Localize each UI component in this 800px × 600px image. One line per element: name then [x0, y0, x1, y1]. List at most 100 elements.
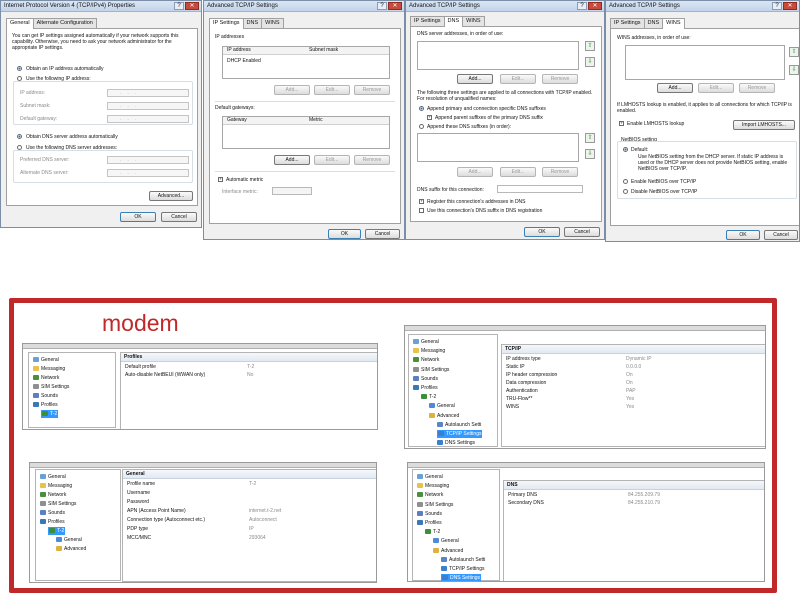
property-label[interactable]: Auto-disable NetBEUI (WWAN only) [125, 372, 205, 379]
tree-item[interactable]: Advanced [433, 547, 463, 555]
gateway-edit-button[interactable]: Edit... [314, 155, 350, 165]
property-label[interactable]: Authentication [506, 388, 538, 395]
property-label[interactable]: Primary DNS [508, 492, 537, 499]
gateway-remove-button[interactable]: Remove [354, 155, 390, 165]
tree-item[interactable]: T-2 [48, 527, 66, 535]
col-gateway[interactable]: Gateway [227, 117, 247, 124]
wins-edit-button[interactable]: Edit... [698, 83, 734, 93]
tree-item[interactable]: Sounds [40, 509, 65, 517]
default-gateway-input[interactable]: ... [107, 115, 189, 123]
tree-item[interactable]: General [33, 356, 59, 364]
help-icon[interactable]: ? [377, 2, 387, 10]
tree-item[interactable]: General [56, 536, 82, 544]
wins-remove-button[interactable]: Remove [739, 83, 775, 93]
netbios-default-radio[interactable] [623, 147, 628, 152]
help-icon[interactable]: ? [772, 2, 782, 10]
tree-item[interactable]: Profiles [40, 518, 65, 526]
preferred-dns-input[interactable]: ... [107, 156, 189, 164]
property-value[interactable]: T-2 [249, 481, 256, 488]
tree-item[interactable]: DNS Settings [441, 574, 482, 581]
property-label[interactable]: Username [127, 490, 150, 497]
property-value[interactable]: On [626, 380, 633, 387]
suffix-edit-button[interactable]: Edit... [500, 167, 536, 177]
tree-item[interactable]: Profiles [417, 519, 442, 527]
tab-ip-settings[interactable]: IP Settings [209, 18, 244, 29]
col-subnet-mask[interactable]: Subnet mask [309, 47, 338, 54]
tree-item[interactable]: General [433, 537, 459, 545]
tree-item[interactable]: Network [33, 374, 59, 382]
append-these-radio[interactable] [419, 124, 424, 129]
property-value[interactable]: 293064 [249, 535, 266, 542]
list-item[interactable]: DHCP Enabled [227, 58, 261, 64]
close-icon[interactable]: ✕ [388, 2, 402, 10]
help-icon[interactable]: ? [577, 2, 587, 10]
dns-edit-button[interactable]: Edit... [500, 74, 536, 84]
wins-add-button[interactable]: Add... [657, 83, 693, 93]
ip-address-input[interactable]: ... [107, 89, 189, 97]
subnet-mask-input[interactable]: ... [107, 102, 189, 110]
property-label[interactable]: IP header compression [506, 372, 557, 379]
property-label[interactable]: Default profile [125, 364, 156, 371]
gateway-list[interactable]: Gateway Metric [222, 116, 390, 149]
property-value[interactable]: 84.255.210.79 [628, 500, 660, 507]
property-value[interactable]: 0.0.0.0 [626, 364, 641, 371]
property-label[interactable]: TRU-Flow** [506, 396, 532, 403]
tab-ip-settings[interactable]: IP Settings [610, 18, 645, 28]
move-up-icon[interactable]: ⇧ [789, 47, 799, 57]
auto-ip-radio[interactable] [17, 66, 22, 71]
tab-wins[interactable]: WINS [662, 18, 685, 29]
move-down-icon[interactable]: ⇩ [585, 57, 595, 67]
property-value[interactable]: On [626, 372, 633, 379]
advanced-button[interactable]: Advanced... [149, 191, 193, 201]
move-up-icon[interactable]: ⇧ [585, 41, 595, 51]
ip-add-button[interactable]: Add... [274, 85, 310, 95]
automatic-metric-checkbox[interactable]: ✓ [218, 177, 223, 182]
property-value[interactable]: Yes [626, 396, 634, 403]
tree-item[interactable]: Network [413, 356, 439, 364]
interface-metric-input[interactable] [272, 187, 312, 195]
append-parent-checkbox[interactable]: ✓ [427, 115, 432, 120]
tab-wins[interactable]: WINS [261, 18, 284, 28]
tree-item[interactable]: T-2 [41, 410, 59, 418]
tree-item[interactable]: Messaging [33, 365, 65, 373]
tab-general[interactable]: General [6, 18, 34, 29]
tree-item[interactable]: Sounds [413, 375, 438, 383]
help-icon[interactable]: ? [174, 2, 184, 10]
dns-suffix-list[interactable] [417, 133, 579, 162]
use-suffix-checkbox[interactable] [419, 208, 424, 213]
suffix-add-button[interactable]: Add... [457, 167, 493, 177]
move-up-icon[interactable]: ⇧ [585, 133, 595, 143]
property-label[interactable]: Data compression [506, 380, 546, 387]
close-icon[interactable]: ✕ [185, 2, 199, 10]
tree-item[interactable]: Messaging [413, 347, 445, 355]
property-value[interactable]: IP [249, 526, 254, 533]
property-value[interactable]: T-2 [247, 364, 254, 371]
col-metric[interactable]: Metric [309, 117, 323, 124]
property-label[interactable]: Profile name [127, 481, 155, 488]
tree-item[interactable]: General [417, 473, 443, 481]
dns-add-button[interactable]: Add... [457, 74, 493, 84]
adv-wins-ok-button[interactable]: OK [726, 230, 760, 240]
tree-item[interactable]: TCP/IP Settings [441, 565, 484, 573]
property-label[interactable]: WINS [506, 404, 519, 411]
property-value[interactable]: Autoconnect [249, 517, 277, 524]
property-label[interactable]: Static IP [506, 364, 525, 371]
tree-item[interactable]: General [413, 338, 439, 346]
property-label[interactable]: PDP type [127, 526, 148, 533]
col-ip-address[interactable]: IP address [227, 47, 251, 54]
property-value[interactable]: 84.255.209.79 [628, 492, 660, 499]
tree-item[interactable]: Messaging [417, 482, 449, 490]
tab-alternate-configuration[interactable]: Alternate Configuration [32, 18, 97, 28]
tree-item[interactable]: Profiles [413, 384, 438, 392]
enable-netbios-radio[interactable] [623, 179, 628, 184]
adv-dns-cancel-button[interactable]: Cancel [564, 227, 600, 237]
property-label[interactable]: IP address type [506, 356, 541, 363]
close-icon[interactable]: ✕ [588, 2, 602, 10]
tree-item[interactable]: Advanced [56, 545, 86, 553]
property-label[interactable]: APN (Access Point Name) [127, 508, 186, 515]
property-label[interactable]: MCC/MNC [127, 535, 151, 542]
tree-item[interactable]: TCP/IP Settings [437, 430, 483, 438]
tree-item[interactable]: SIM Settings [33, 383, 69, 391]
adv-ip-ok-button[interactable]: OK [328, 229, 361, 239]
disable-netbios-radio[interactable] [623, 189, 628, 194]
